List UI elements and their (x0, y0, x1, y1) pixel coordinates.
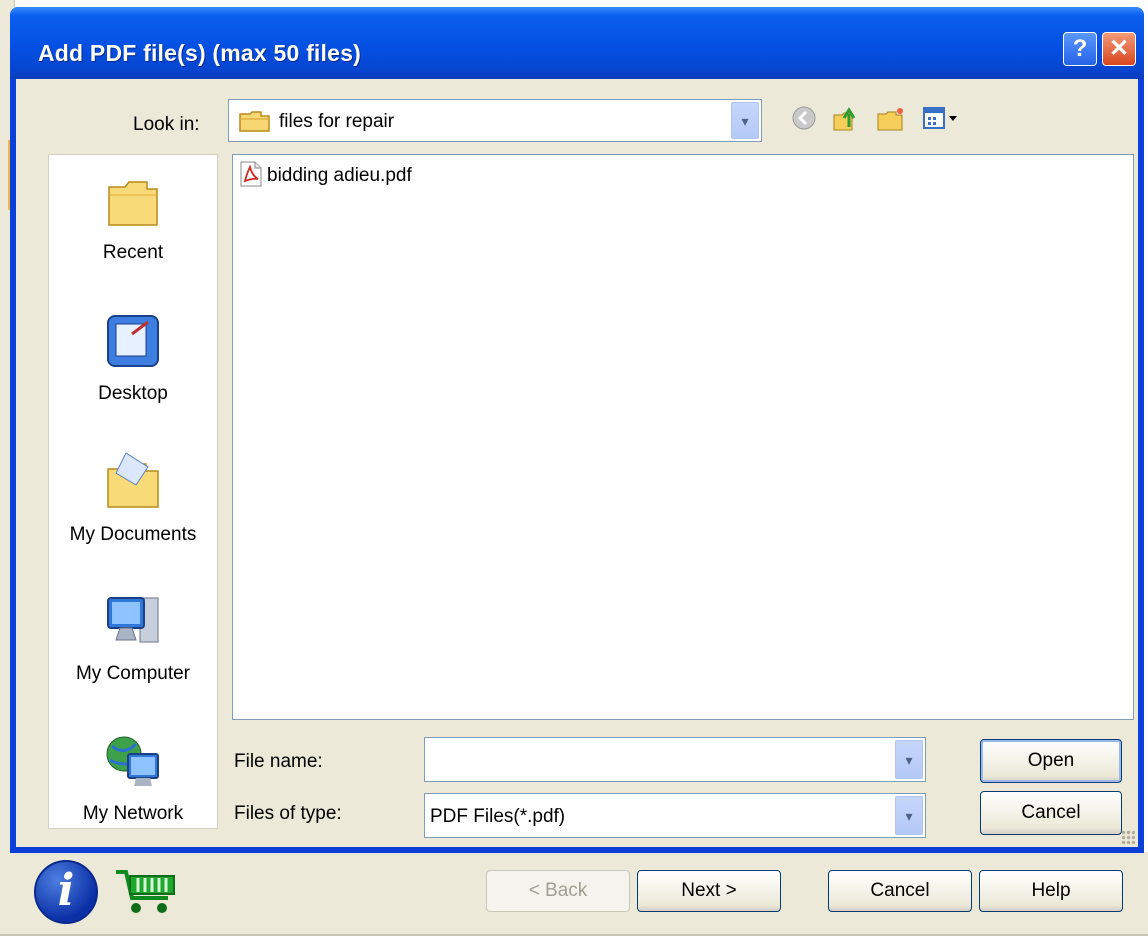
shopping-cart-icon[interactable] (112, 862, 180, 923)
next-button[interactable]: Next > (637, 870, 781, 912)
desktop-icon (102, 315, 164, 376)
recent-folder-icon (103, 181, 163, 235)
place-label: My Network (82, 803, 184, 824)
my-network-icon (102, 736, 164, 796)
lookin-combo[interactable]: files for repair ▾ (228, 99, 762, 142)
open-button[interactable]: Open (980, 739, 1122, 783)
list-item[interactable]: bidding adieu.pdf (239, 161, 412, 192)
place-my-network[interactable]: My Network (49, 730, 217, 825)
place-label: Recent (102, 242, 164, 263)
filename-input[interactable]: ▾ (424, 737, 926, 782)
filetype-select[interactable]: PDF Files(*.pdf) ▾ (424, 793, 926, 838)
my-documents-icon (102, 452, 164, 517)
place-my-documents[interactable]: My Documents (49, 447, 217, 546)
place-my-computer[interactable]: My Computer (49, 590, 217, 685)
help-button[interactable]: Help (979, 870, 1123, 912)
title-bar[interactable]: Add PDF file(s) (max 50 files) ? ✕ (10, 7, 1144, 79)
dialog-client-area: Look in: files for repair ▾ Recent Deskt… (16, 79, 1138, 847)
help-title-button[interactable]: ? (1063, 32, 1097, 66)
folder-icon (239, 109, 271, 138)
info-icon[interactable]: i (34, 860, 98, 924)
up-folder-icon[interactable] (832, 105, 862, 138)
dialog-title: Add PDF file(s) (max 50 files) (38, 40, 361, 66)
open-file-dialog: Add PDF file(s) (max 50 files) ? ✕ Look … (10, 7, 1144, 853)
filetype-label: Files of type: (234, 803, 342, 824)
places-bar: Recent Desktop My Documents My Computer (48, 154, 218, 829)
pdf-file-icon (239, 161, 263, 192)
filetype-dropdown-button[interactable]: ▾ (895, 796, 923, 835)
back-nav-icon[interactable] (791, 105, 817, 136)
wizard-cancel-button[interactable]: Cancel (828, 870, 972, 912)
place-recent[interactable]: Recent (49, 173, 217, 264)
back-button[interactable]: < Back (486, 870, 630, 912)
place-desktop[interactable]: Desktop (49, 310, 217, 405)
new-folder-icon[interactable] (876, 105, 906, 138)
lookin-dropdown-button[interactable]: ▾ (731, 102, 759, 139)
filename-dropdown-button[interactable]: ▾ (895, 740, 923, 779)
resize-grip[interactable] (1121, 830, 1135, 844)
place-label: My Computer (75, 663, 191, 684)
place-label: Desktop (98, 383, 168, 404)
lookin-label: Look in: (133, 114, 200, 135)
filetype-value: PDF Files(*.pdf) (430, 806, 566, 827)
close-button[interactable]: ✕ (1102, 32, 1136, 66)
lookin-value: files for repair (279, 111, 395, 132)
my-computer-icon (102, 597, 164, 656)
file-list[interactable]: bidding adieu.pdf (232, 154, 1134, 720)
file-name: bidding adieu.pdf (267, 165, 412, 186)
dialog-cancel-button[interactable]: Cancel (980, 791, 1122, 835)
place-label: My Documents (69, 524, 197, 545)
view-menu-icon[interactable] (922, 105, 962, 136)
filename-label: File name: (234, 751, 323, 772)
